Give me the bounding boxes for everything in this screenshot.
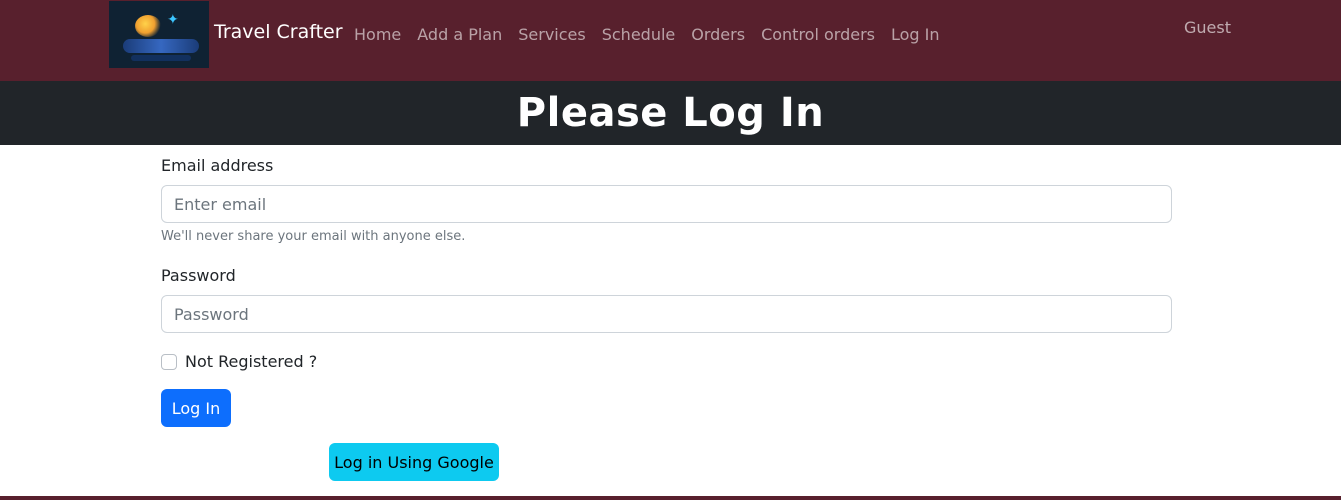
user-name: Guest xyxy=(1184,18,1231,37)
nav-link-add-plan[interactable]: Add a Plan xyxy=(417,25,502,44)
nav-link-services[interactable]: Services xyxy=(518,25,585,44)
footer-bar xyxy=(0,496,1341,500)
logo-star-icon: ✦ xyxy=(167,12,179,28)
logo-underline-graphic xyxy=(131,55,191,61)
email-label: Email address xyxy=(161,156,274,175)
page-header: Please Log In xyxy=(0,81,1341,145)
email-input[interactable] xyxy=(161,185,1172,223)
nav-link-schedule[interactable]: Schedule xyxy=(602,25,676,44)
log-in-button[interactable]: Log In xyxy=(161,389,231,427)
not-registered-checkbox[interactable] xyxy=(161,353,177,370)
google-login-button[interactable]: Log in Using Google xyxy=(329,443,499,481)
email-help-text: We'll never share your email with anyone… xyxy=(161,229,466,244)
logo-sun-graphic xyxy=(135,15,161,37)
password-input[interactable] xyxy=(161,295,1172,333)
password-label: Password xyxy=(161,266,236,285)
page-title: Please Log In xyxy=(516,90,825,136)
not-registered-label[interactable]: Not Registered ? xyxy=(185,352,317,371)
nav-links: Home Add a Plan Services Schedule Orders… xyxy=(354,25,956,44)
nav-link-control-orders[interactable]: Control orders xyxy=(761,25,875,44)
not-registered-row: Not Registered ? xyxy=(161,352,317,371)
brand-name[interactable]: Travel Crafter xyxy=(214,21,343,43)
navbar: ✦ Travel Crafter Home Add a Plan Service… xyxy=(0,0,1341,81)
brand-logo[interactable]: ✦ xyxy=(109,1,209,68)
nav-link-home[interactable]: Home xyxy=(354,25,401,44)
nav-link-log-in[interactable]: Log In xyxy=(891,25,940,44)
nav-link-orders[interactable]: Orders xyxy=(691,25,745,44)
logo-script-graphic xyxy=(123,39,199,53)
